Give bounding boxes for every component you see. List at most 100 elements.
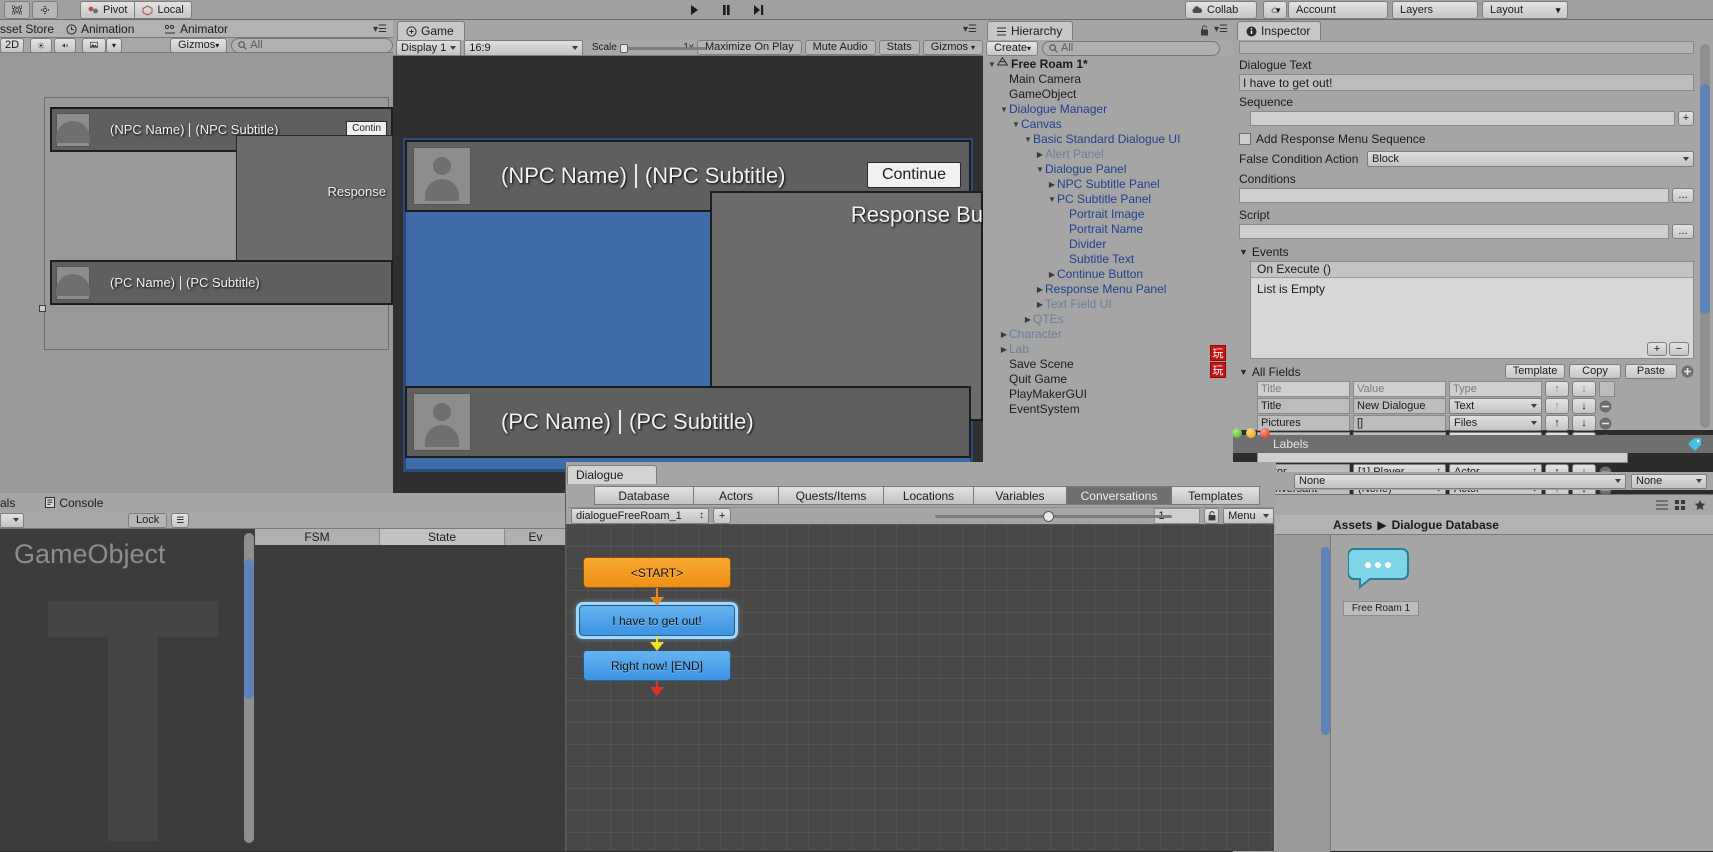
inspector-top-field[interactable] [1239, 41, 1694, 54]
hierarchy-item-main-camera[interactable]: Main Camera [983, 72, 1233, 87]
field-remove-icon[interactable] [1599, 400, 1612, 413]
hierarchy-item-free-roam-1[interactable]: ▼ Free Roam 1* [983, 57, 1233, 72]
bundle-select[interactable]: None [1294, 473, 1626, 489]
project-asset-item[interactable]: Free Roam 1 [1343, 543, 1419, 616]
field-move-down-button[interactable]: ↓ [1572, 415, 1596, 431]
playmaker-scrollbar[interactable] [244, 533, 254, 843]
hierarchy-item-text-field-ui[interactable]: ▶ Text Field UI [983, 297, 1233, 312]
hierarchy-panel[interactable]: Hierarchy ▾☰ Create ▾ All ▼ Free Roam 1* Ma… [983, 20, 1233, 493]
game-view-options-icon[interactable]: ▾☰ [963, 24, 977, 35]
maximize-on-play-button[interactable]: Maximize On Play [696, 40, 802, 55]
chevron-right-icon[interactable]: ▶ [1023, 312, 1033, 327]
add-field-circle-icon[interactable] [1681, 365, 1694, 378]
inspector-panel[interactable]: Inspector Dialogue Text I have to get ou… [1210, 20, 1713, 497]
hierarchy-options-icon[interactable]: ▾☰ [1214, 24, 1228, 35]
label-tag-icon[interactable] [1687, 437, 1703, 451]
scene-options-icon[interactable]: ▾☰ [373, 24, 387, 35]
tab-game[interactable]: Game [397, 21, 465, 40]
field-title-input[interactable]: Title [1257, 398, 1350, 414]
col-event-header[interactable]: Ev [505, 529, 566, 545]
pause-button[interactable] [716, 3, 736, 18]
playmaker-panel[interactable]: als Console Lock ☰ FSM State Ev GameObje… [0, 493, 566, 851]
project-scrollbar-thumb[interactable] [1321, 547, 1330, 735]
dialogue-tab-conversations[interactable]: Conversations [1067, 485, 1172, 505]
dialogue-tab-variables[interactable]: Variables [974, 485, 1067, 505]
hierarchy-item-portrait-image[interactable]: Portrait Image [983, 207, 1233, 222]
sequence-plus-button[interactable]: + [1678, 111, 1694, 126]
lighting-toggle-icon[interactable] [30, 37, 52, 53]
scale-slider[interactable] [619, 42, 706, 54]
add-conversation-button[interactable]: + [712, 508, 732, 524]
conversation-node-canvas[interactable]: <START> I have to get out! Right now! [END… [566, 524, 1274, 851]
window-minimize-button[interactable] [1232, 428, 1242, 438]
asset-store-tab[interactable]: sset Store [0, 22, 54, 36]
zoom-slider-thumb[interactable] [1043, 511, 1055, 522]
field-type-select[interactable]: Text [1449, 398, 1542, 414]
copy-button[interactable]: Copy [1569, 364, 1621, 379]
field-remove-icon[interactable] [1599, 417, 1612, 430]
playmaker-graph-canvas[interactable]: GameObject [0, 529, 255, 851]
chevron-right-icon[interactable]: ▶ [1035, 147, 1045, 162]
hierarchy-item-alert-panel[interactable]: ▶ Alert Panel [983, 147, 1233, 162]
playmaker-scrollbar-thumb[interactable] [244, 559, 254, 699]
dialogue-tab-quests-items[interactable]: Quests/Items [779, 485, 884, 505]
inspector-scrollbar[interactable] [1700, 44, 1710, 428]
tab-console[interactable]: Console [45, 496, 103, 510]
event-add-button[interactable]: + [1647, 342, 1667, 356]
tab-hierarchy[interactable]: Hierarchy [987, 21, 1074, 40]
dialogue-tab-templates[interactable]: Templates [1172, 485, 1260, 505]
dialogue-node-n1[interactable]: I have to get out! [576, 602, 738, 639]
script-input[interactable] [1239, 224, 1669, 239]
field-move-down-button[interactable]: ↓ [1572, 398, 1596, 414]
hierarchy-item-continue-button[interactable]: ▶ Continue Button [983, 267, 1233, 282]
stats-button[interactable]: Stats [878, 40, 920, 55]
hierarchy-item-lab[interactable]: ▶ Lab [983, 342, 1233, 357]
hierarchy-item-canvas[interactable]: ▼ Canvas [983, 117, 1233, 132]
conditions-browse-button[interactable]: ... [1672, 188, 1694, 203]
zoom-lock-icon[interactable] [1204, 508, 1220, 524]
display-select[interactable]: Display 1 [396, 39, 462, 56]
chevron-down-icon[interactable]: ▼ [1047, 192, 1057, 207]
hierarchy-tree[interactable]: ▼ Free Roam 1* Main Camera GameObject ▼ Dialo… [983, 57, 1233, 513]
animator-tab[interactable]: Animator [164, 22, 228, 36]
scene-search-input[interactable]: All [231, 37, 393, 53]
layout-button[interactable]: Layout ▼ [1482, 1, 1568, 19]
step-button[interactable] [748, 3, 768, 18]
chevron-right-icon[interactable]: ▶ [999, 342, 1009, 357]
transform-tool-icon[interactable] [32, 1, 58, 19]
chevron-right-icon[interactable]: ▶ [1035, 297, 1045, 312]
field-move-up-button[interactable]: ↑ [1545, 398, 1569, 414]
chevron-down-icon[interactable]: ▼ [1023, 132, 1033, 147]
hierarchy-item-save-scene[interactable]: Save Scene [983, 357, 1233, 372]
dialogue-tab-database[interactable]: Database [594, 485, 694, 505]
playmaker-filter-select[interactable] [0, 512, 24, 528]
hierarchy-lock-icon[interactable] [1200, 25, 1209, 39]
window-close-button[interactable] [1260, 428, 1270, 438]
event-remove-button[interactable]: − [1669, 342, 1689, 356]
field-value-input[interactable]: New Dialogue [1353, 398, 1446, 414]
chevron-down-icon[interactable]: ▼ [1035, 162, 1045, 177]
gizmos-button[interactable]: Gizmos ▾ [170, 37, 228, 53]
dialogue-node-start[interactable]: <START> [583, 557, 731, 588]
chevron-down-icon[interactable]: ▼ [987, 57, 997, 72]
dialogue-node-n2[interactable]: Right now! [END] [583, 650, 731, 681]
inspector-scrollbar-thumb[interactable] [1700, 84, 1710, 314]
hierarchy-item-portrait-name[interactable]: Portrait Name [983, 222, 1233, 237]
scene-fx-dropdown[interactable]: ▾ [106, 37, 122, 53]
game-gizmos-button[interactable]: Gizmos ▾ [922, 40, 983, 55]
breadcrumb-assets[interactable]: Assets [1333, 518, 1372, 532]
project-panel[interactable]: Assets ▶ Dialogue Database Free Roam 1 [1233, 494, 1713, 852]
canvas-rect-handle[interactable] [39, 305, 46, 312]
layers-button[interactable]: Layers ▼ [1392, 1, 1562, 19]
fields-row[interactable]: Title New Dialogue Text ↑ ↓ [1257, 398, 1694, 414]
hierarchy-item-character[interactable]: ▶ Character [983, 327, 1233, 342]
collab-button[interactable]: Collab ▼ [1185, 1, 1282, 19]
field-title-input[interactable]: Pictures [1257, 415, 1350, 431]
dialogue-tab-actors[interactable]: Actors [694, 485, 779, 505]
field-value-input[interactable]: [] [1353, 415, 1446, 431]
hierarchy-item-gameobject[interactable]: GameObject [983, 87, 1233, 102]
audio-toggle-icon[interactable] [54, 37, 76, 53]
hierarchy-item-dialogue-panel[interactable]: ▼ Dialogue Panel [983, 162, 1233, 177]
chevron-right-icon[interactable]: ▶ [1047, 267, 1057, 282]
scene-fx-icon[interactable] [82, 37, 106, 53]
